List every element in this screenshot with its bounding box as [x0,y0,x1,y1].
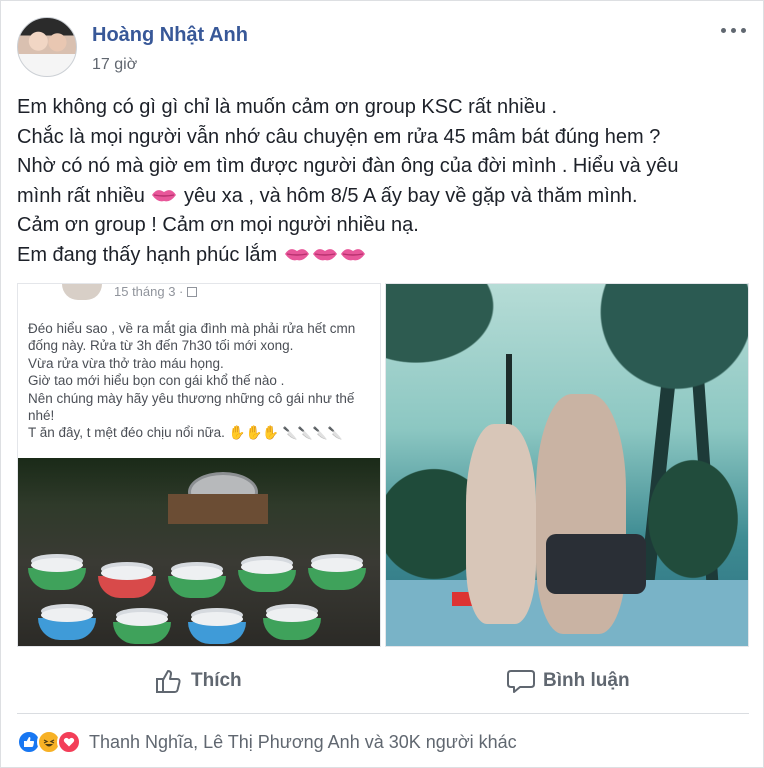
plates [31,558,83,572]
post-line: Em đang thấy hạnh phúc lắm [17,243,278,266]
comment-label: Bình luận [543,670,630,691]
embedded-date-text: 15 tháng 3 · [114,284,187,299]
post-line: yêu xa , và hôm 8/5 A ấy bay về gặp và t… [183,184,638,207]
bushes [636,444,748,594]
plates [101,566,153,580]
person-right [536,394,626,634]
plates [171,566,223,580]
post-header: Hoàng Nhật Anh 17 giờ [17,15,749,79]
dishes-photo [18,458,380,646]
embedded-line: T ăn đây, t mệt đéo chịu nổi nữa. [28,425,225,441]
kiss-lips-icon [284,249,309,261]
embedded-line: Nên chúng mày hãy yêu thương những cô gá… [28,390,355,406]
plates [191,612,243,626]
embedded-line: Đéo hiểu sao , về ra mắt gia đình mà phả… [28,321,356,336]
comment-bubble-icon [507,670,535,693]
post-message: Em không có gì gì chỉ là muốn cảm ơn gro… [17,93,753,271]
post-line: Cảm ơn group ! Cảm ơn mọi người nhiều nạ… [17,214,419,237]
embedded-post-text: Đéo hiểu sao , về ra mắt gia đình mà phả… [28,320,378,443]
author-name[interactable]: Hoàng Nhật Anh [92,24,248,47]
lamp-post [506,354,512,434]
post-line: Em không có gì gì chỉ là muốn cảm ơn gro… [17,96,558,118]
author-avatar[interactable] [17,17,77,77]
plates [41,608,93,622]
reaction-names[interactable]: Thanh Nghĩa, Lê Thị Phương Anh và 30K ng… [89,732,517,753]
embedded-line: nhé! [28,408,55,424]
knife-icon: 🔪🔪🔪🔪 [282,426,343,441]
embedded-post-screenshot: 15 tháng 3 · Đéo hiểu sao , về ra mắt gi… [18,284,380,464]
post-line: mình rất nhiều [17,184,145,207]
post-timestamp[interactable]: 17 giờ [92,56,137,74]
like-button[interactable]: Thích [155,661,242,701]
embedded-avatar [62,284,102,300]
post-line-with-emoji: Em đang thấy hạnh phúc lắm [17,241,753,271]
embedded-line: Giờ tao mới hiểu bọn con gái khổ thế nào… [28,373,285,389]
like-label: Thích [191,670,242,691]
plates [266,608,318,622]
kiss-lips-icon [152,189,177,202]
plates [241,560,293,574]
photo-couple-pool[interactable] [385,283,749,647]
embedded-line: đống này. Rửa từ 3h đến 7h30 tối mới xon… [28,338,294,354]
palm-leaves [386,284,536,394]
comment-button[interactable]: Bình luận [507,661,630,701]
bench [168,494,268,524]
reactions-summary[interactable]: Thanh Nghĩa, Lê Thị Phương Anh và 30K ng… [17,729,517,755]
kiss-lips-icon [312,249,337,261]
person-left [466,424,536,624]
post-card: Hoàng Nhật Anh 17 giờ Em không có gì gì … [0,0,764,768]
swim-shorts [546,534,646,594]
post-line-with-emoji: mình rất nhiều yêu xa , và hôm 8/5 A ấy … [17,182,753,212]
plates [311,558,363,572]
thumbs-up-icon [156,670,181,693]
action-bar: Thích Bình luận [17,661,749,701]
audience-icon [187,287,197,297]
embedded-line: Vừa rửa vừa thở trào máu họng. [28,355,224,371]
post-line: Chắc là mọi người vẫn nhớ câu chuyện em … [17,125,661,148]
embedded-date: 15 tháng 3 · [114,284,197,299]
kiss-lips-icon [340,249,365,261]
more-options-icon[interactable] [719,21,749,39]
photo-screenshot-dishes[interactable]: 15 tháng 3 · Đéo hiểu sao , về ra mắt gi… [17,283,381,647]
post-line: Nhờ có nó mà giờ em tìm được người đàn ô… [17,155,679,178]
praying-hands-icon: ✋✋✋ [228,425,280,441]
plates [116,612,168,626]
love-reaction-icon [57,730,81,754]
embedded-line-with-emoji: T ăn đây, t mệt đéo chịu nổi nữa. ✋✋✋ 🔪🔪… [28,424,378,442]
divider [17,713,749,714]
